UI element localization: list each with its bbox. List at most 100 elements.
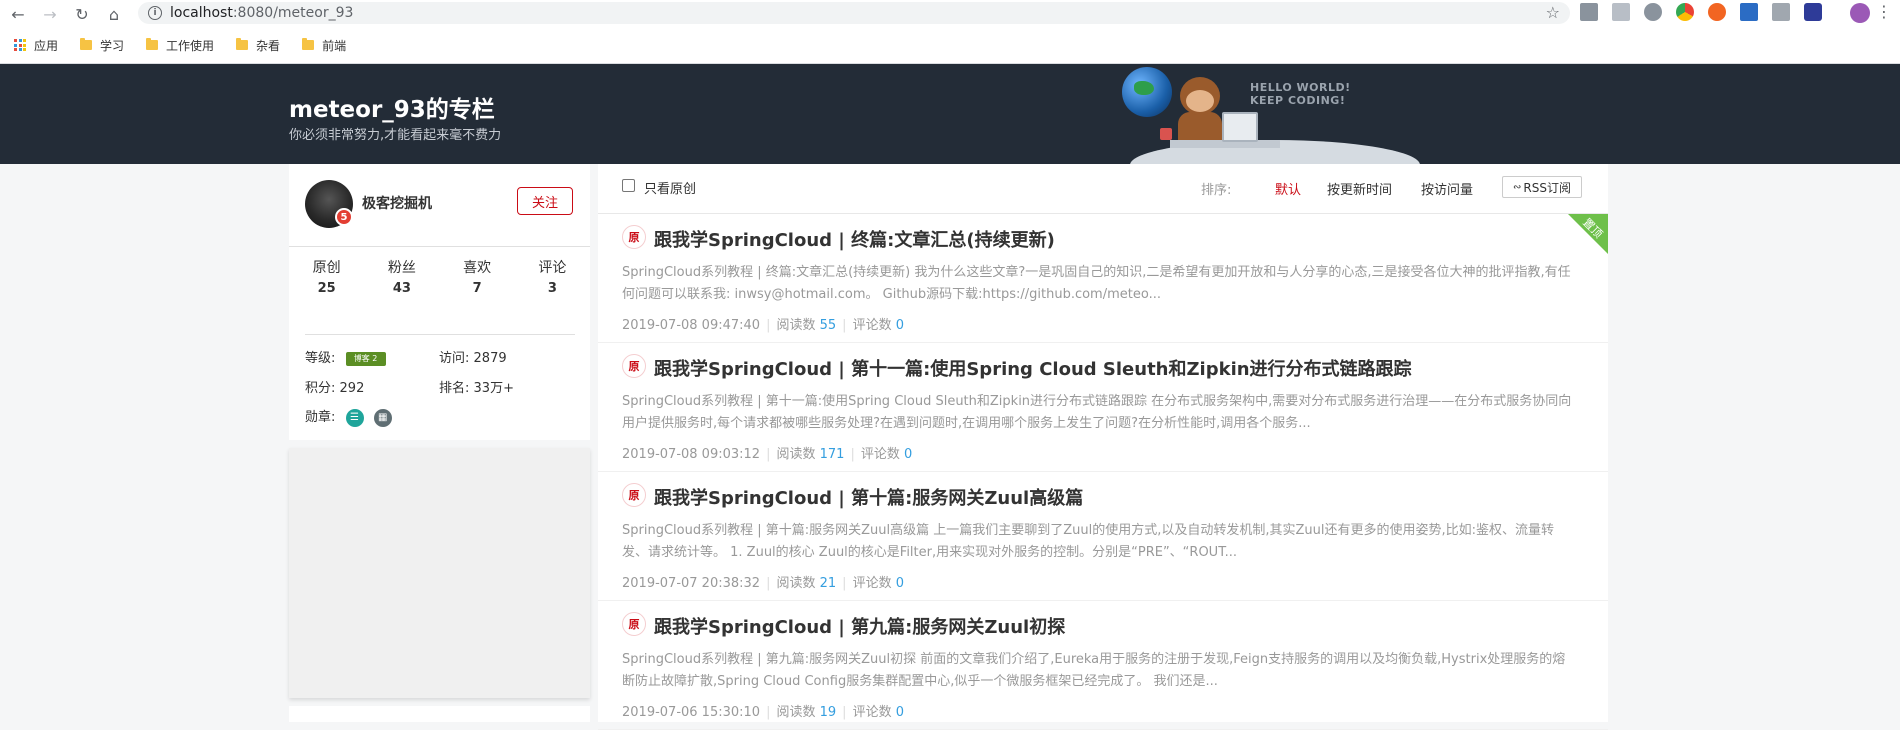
bookmark-folder[interactable]: 工作使用 (146, 37, 214, 54)
forward-icon[interactable]: → (36, 2, 64, 26)
stat-comments[interactable]: 评论 3 (515, 257, 590, 296)
comments-label: 评论数 (852, 318, 892, 333)
points-value: 292 (339, 381, 365, 396)
url-host: localhost (170, 5, 233, 21)
extension-icon[interactable] (1612, 3, 1630, 21)
hello-world-text: HELLO WORLD! KEEP CODING! (1250, 81, 1351, 107)
sort-default[interactable]: 默认 (1275, 179, 1301, 198)
visits-label: 访问: (439, 351, 470, 366)
stat-label: 原创 (312, 260, 341, 276)
bookmark-folder[interactable]: 杂看 (236, 37, 280, 54)
stat-label: 评论 (538, 260, 567, 276)
blog-level-badge[interactable]: 博客 2 (345, 351, 386, 366)
list-toolbar: 只看原创 排序: 默认 按更新时间 按访问量 ∾ RSS订阅 (598, 164, 1608, 214)
stat-fans[interactable]: 粉丝 43 (364, 257, 439, 296)
stat-value: 7 (472, 281, 482, 296)
article-item: 原 跟我学SpringCloud | 第九篇:服务网关Zuul初探 Spring… (598, 601, 1608, 730)
bookmark-star-icon[interactable]: ☆ (1546, 3, 1560, 22)
extension-icon[interactable] (1740, 3, 1758, 21)
address-bar[interactable]: i localhost:8080/meteor_93 ☆ (138, 2, 1570, 24)
article-list: 只看原创 排序: 默认 按更新时间 按访问量 ∾ RSS订阅 置顶 原 跟我学Sp… (598, 164, 1608, 730)
stat-likes[interactable]: 喜欢 7 (440, 257, 515, 296)
bookmark-label: 学习 (100, 38, 125, 53)
original-only-checkbox[interactable] (622, 179, 635, 192)
sort-by-visits[interactable]: 按访问量 (1421, 179, 1473, 198)
comments-label: 评论数 (852, 576, 892, 591)
sidebar-next-card (289, 706, 590, 722)
points-label: 积分: (305, 381, 336, 396)
bookmark-apps[interactable]: 应用 (14, 37, 58, 54)
profile-card: 5 极客挖掘机 关注 原创 25 粉丝 43 喜欢 7 评论 3 等级: 博客 … (289, 164, 590, 440)
rank-row: 排名: 33万+ (439, 377, 514, 396)
comments-count[interactable]: 0 (896, 576, 904, 591)
extension-icon[interactable] (1676, 3, 1694, 21)
article-title[interactable]: 跟我学SpringCloud | 第十篇:服务网关Zuul高级篇 (654, 484, 1083, 510)
comments-count[interactable]: 0 (896, 318, 904, 333)
reads-label: 阅读数 (776, 447, 816, 462)
reads-count: 55 (819, 318, 837, 333)
follow-button[interactable]: 关注 (517, 187, 573, 215)
comments-label: 评论数 (860, 447, 900, 462)
stat-value: 25 (317, 281, 336, 296)
rank-value: 33万+ (473, 381, 514, 396)
original-tag: 原 (622, 612, 646, 636)
meta-divider: | (766, 705, 771, 720)
extension-icon[interactable] (1772, 3, 1790, 21)
meta-divider: | (766, 318, 771, 333)
computer-illustration (1222, 112, 1258, 142)
original-only-label[interactable]: 只看原创 (644, 178, 696, 197)
extension-icon[interactable] (1580, 3, 1598, 21)
baidu-extension-icon[interactable] (1804, 3, 1822, 21)
bookmark-folder[interactable]: 前端 (302, 37, 346, 54)
blog-subtitle: 你必须非常努力,才能看起来毫不费力 (289, 128, 502, 143)
article-date: 2019-07-06 15:30:10 (622, 705, 761, 720)
blog-title[interactable]: meteor_93的专栏 (289, 90, 495, 124)
bookmarks-bar: 应用 学习 工作使用 杂看 前端 (0, 33, 346, 57)
info-icon[interactable]: i (148, 6, 162, 20)
folder-icon (236, 38, 249, 50)
reads-label: 阅读数 (776, 576, 816, 591)
meta-divider: | (766, 447, 771, 462)
profile-meta (305, 334, 575, 335)
username[interactable]: 极客挖掘机 (362, 193, 432, 213)
extension-icon[interactable] (1708, 3, 1726, 21)
article-desc[interactable]: SpringCloud系列教程 | 第十一篇:使用Spring Cloud Sl… (622, 391, 1577, 435)
bookmark-label: 杂看 (256, 38, 281, 53)
article-meta: 2019-07-07 20:38:32 | 阅读数 21 | 评论数 0 (622, 572, 904, 591)
article-title[interactable]: 跟我学SpringCloud | 第十一篇:使用Spring Cloud Sle… (654, 355, 1412, 381)
folder-icon (302, 38, 315, 50)
medal-icon[interactable]: ☰ (345, 408, 364, 427)
monkey-face-illustration (1186, 90, 1214, 112)
article-desc[interactable]: SpringCloud系列教程 | 第九篇:服务网关Zuul初探 前面的文章我们… (622, 649, 1577, 693)
article-desc[interactable]: SpringCloud系列教程 | 第十篇:服务网关Zuul高级篇 上一篇我们主… (622, 520, 1577, 564)
article-title[interactable]: 跟我学SpringCloud | 终篇:文章汇总(持续更新) (654, 226, 1055, 252)
hello-line: HELLO WORLD! (1250, 81, 1351, 94)
sort-by-update[interactable]: 按更新时间 (1327, 179, 1392, 198)
stat-original[interactable]: 原创 25 (289, 257, 364, 296)
sort-label: 排序: (1201, 183, 1232, 198)
profile-stats: 原创 25 粉丝 43 喜欢 7 评论 3 (289, 246, 590, 296)
reload-icon[interactable]: ↻ (68, 2, 96, 26)
comments-count[interactable]: 0 (904, 447, 912, 462)
article-item: 原 跟我学SpringCloud | 第十一篇:使用Spring Cloud S… (598, 343, 1608, 472)
folder-icon (80, 38, 93, 50)
url-path: :8080/meteor_93 (232, 5, 354, 21)
comments-count[interactable]: 0 (896, 705, 904, 720)
original-tag: 原 (622, 225, 646, 249)
article-desc[interactable]: SpringCloud系列教程 | 终篇:文章汇总(持续更新) 我为什么这些文章… (622, 262, 1577, 306)
reads-count: 171 (819, 447, 845, 462)
profile-avatar-icon[interactable] (1850, 3, 1870, 23)
back-icon[interactable]: ← (4, 2, 32, 26)
menu-icon[interactable]: ⋮ (1876, 2, 1892, 21)
stat-value: 43 (392, 281, 411, 296)
home-icon[interactable]: ⌂ (100, 2, 128, 26)
meta-divider: | (842, 705, 847, 720)
medal-icon[interactable]: ▦ (373, 408, 392, 427)
blog-banner (0, 64, 1900, 164)
original-tag: 原 (622, 483, 646, 507)
extension-icon[interactable] (1644, 3, 1662, 21)
points-row: 积分: 292 (305, 377, 364, 396)
rss-button[interactable]: ∾ RSS订阅 (1502, 176, 1582, 198)
bookmark-folder[interactable]: 学习 (80, 37, 124, 54)
article-title[interactable]: 跟我学SpringCloud | 第九篇:服务网关Zuul初探 (654, 613, 1065, 639)
